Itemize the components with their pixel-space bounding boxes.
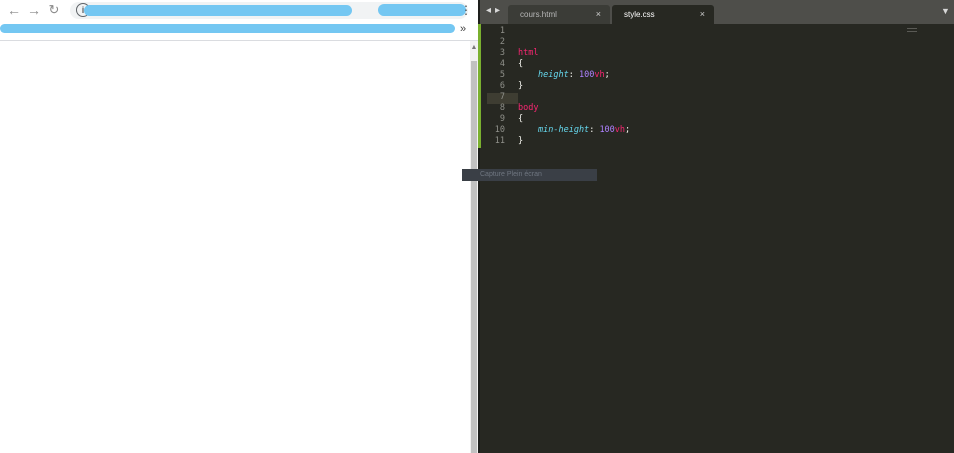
chevron-down-icon[interactable]: ▼ <box>941 6 950 16</box>
minimap[interactable] <box>907 28 917 34</box>
page-content <box>0 41 470 453</box>
code-line: } <box>518 81 523 92</box>
line-number-gutter: 1 2 3 4 5 6 7 8 9 10 11 <box>481 24 519 453</box>
tab-next-icon[interactable]: ▸ <box>495 5 500 16</box>
code-line: } <box>518 136 523 147</box>
colon: : <box>589 125 595 135</box>
css-unit: vh <box>594 70 605 80</box>
line-number: 1 <box>499 26 505 36</box>
code-line: height: 100vh; <box>538 70 610 81</box>
scroll-up-arrow-icon[interactable]: ▲ <box>470 43 478 53</box>
line-number: 2 <box>499 37 505 47</box>
line-number: 5 <box>499 70 505 80</box>
css-property: min-height <box>538 125 590 135</box>
line-number: 7 <box>499 92 505 102</box>
code-editor-window: ◂ ▸ cours.html × style.css × ▼ 1 2 3 4 5… <box>462 0 954 453</box>
line-number: 4 <box>499 59 505 69</box>
colon: : <box>568 70 574 80</box>
browser-window: ← → ↻ i ⋮ » ▲ <box>0 0 478 453</box>
close-icon[interactable]: × <box>596 5 601 24</box>
css-selector: html <box>518 48 539 58</box>
tab-label: style.css <box>624 10 655 19</box>
line-number: 6 <box>499 81 505 91</box>
css-number: 100 <box>599 125 615 135</box>
line-number: 3 <box>499 48 505 58</box>
arrow-left-icon[interactable]: ← <box>6 2 22 18</box>
close-brace: } <box>518 81 524 91</box>
close-icon[interactable]: × <box>700 5 705 24</box>
tab-cours-html[interactable]: cours.html × <box>508 5 610 24</box>
tab-style-css[interactable]: style.css × <box>612 5 714 24</box>
close-brace: } <box>518 136 524 146</box>
bookmarks-bar: » <box>0 21 478 40</box>
vertical-dots-icon[interactable]: ⋮ <box>460 3 472 18</box>
semicolon: ; <box>625 125 631 135</box>
reload-icon[interactable]: ↻ <box>46 2 62 18</box>
css-selector: body <box>518 103 539 113</box>
arrow-right-icon[interactable]: → <box>26 2 42 18</box>
scrollbar-thumb[interactable] <box>471 61 477 453</box>
code-line: body <box>518 103 538 114</box>
line-number: 11 <box>494 136 505 146</box>
chevron-double-right-icon[interactable]: » <box>460 23 466 35</box>
line-number: 9 <box>499 114 505 124</box>
redaction-scribble <box>84 5 352 16</box>
css-property: height <box>538 70 569 80</box>
line-number: 8 <box>499 103 505 113</box>
code-line: min-height: 100vh; <box>538 125 630 136</box>
redaction-scribble <box>378 4 466 16</box>
semicolon: ; <box>604 70 610 80</box>
css-number: 100 <box>578 70 595 80</box>
code-line: { <box>518 114 523 125</box>
code-line: html <box>518 48 538 59</box>
tab-bar: ◂ ▸ cours.html × style.css × ▼ <box>478 0 954 24</box>
css-unit: vh <box>614 125 626 135</box>
line-number: 10 <box>494 125 505 135</box>
redaction-scribble <box>0 24 455 33</box>
open-brace: { <box>518 114 524 124</box>
tab-label: cours.html <box>520 10 557 19</box>
status-popup: Capture Plein écran <box>462 169 597 181</box>
code-line: { <box>518 59 523 70</box>
tab-prev-icon[interactable]: ◂ <box>486 5 491 16</box>
vertical-scrollbar[interactable]: ▲ <box>470 41 478 453</box>
browser-toolbar: ← → ↻ i ⋮ <box>0 0 478 21</box>
open-brace: { <box>518 59 524 69</box>
